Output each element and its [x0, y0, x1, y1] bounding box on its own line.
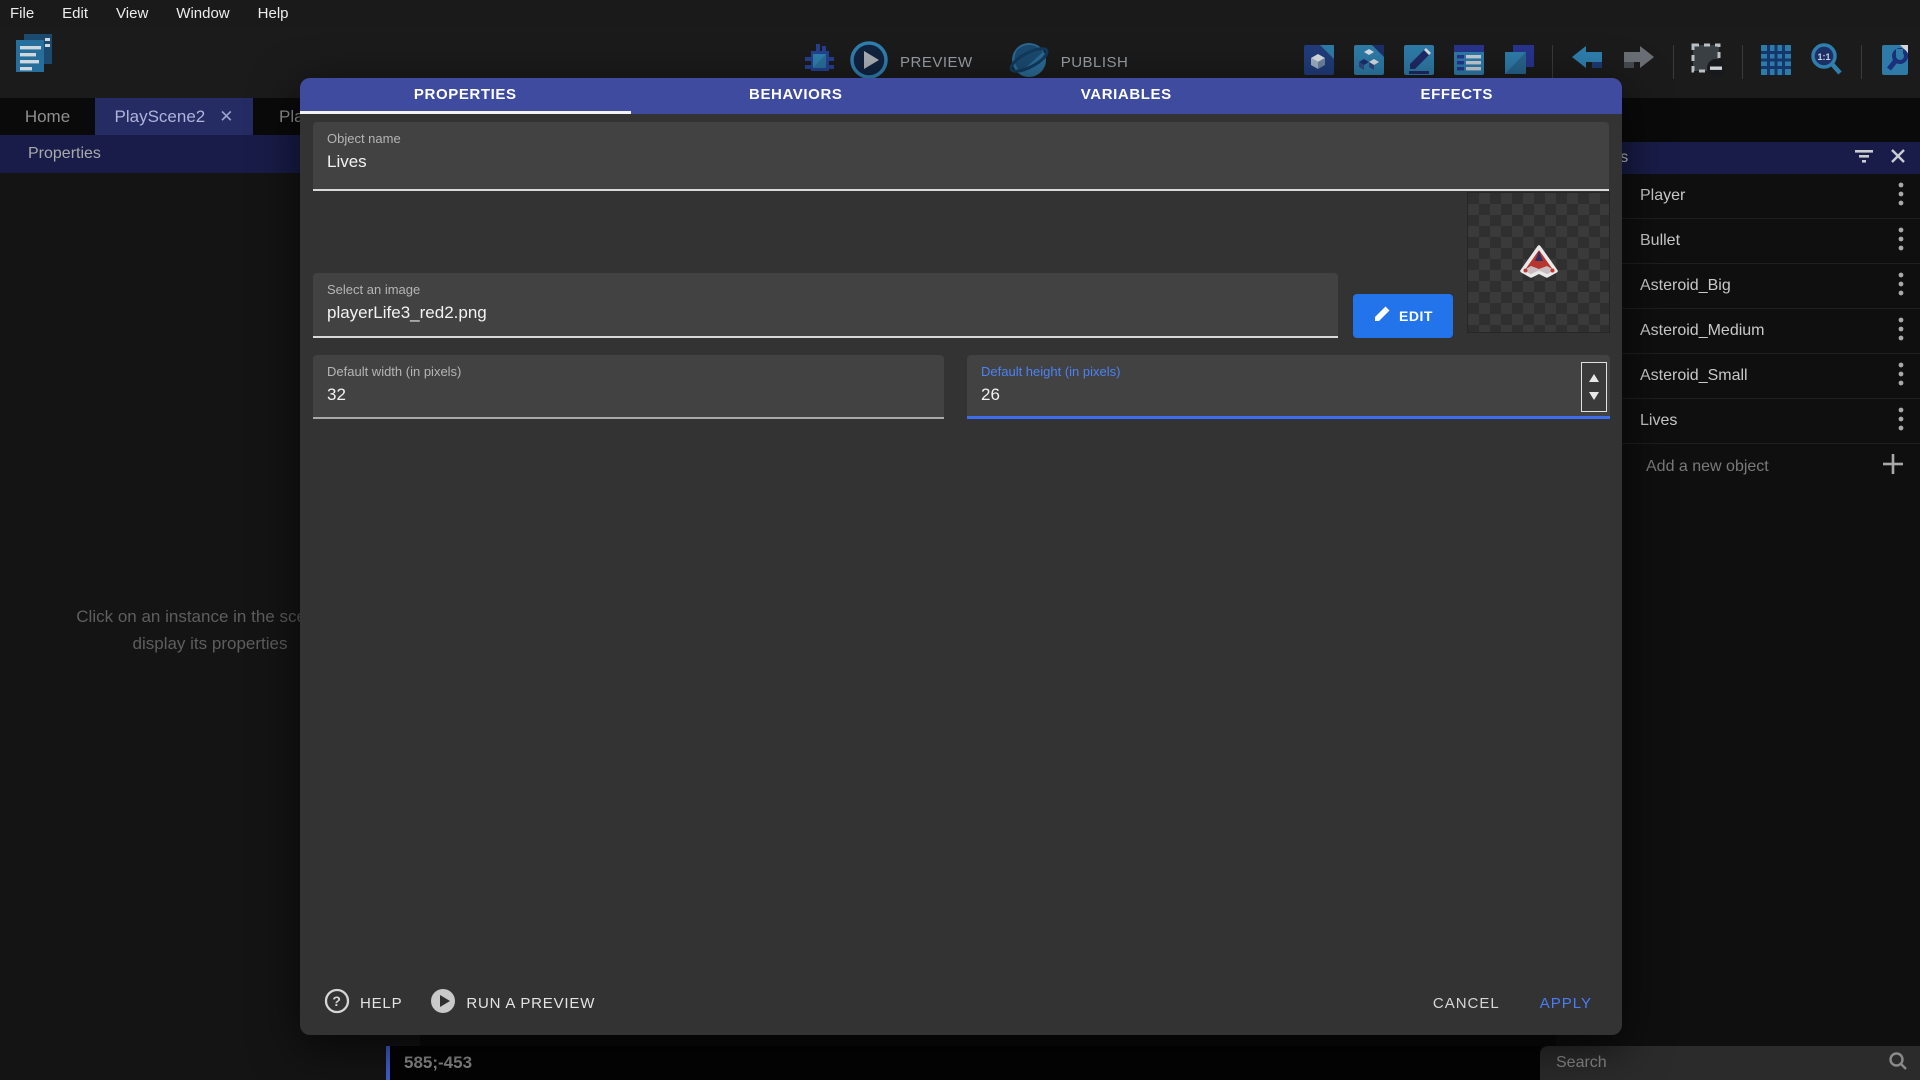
default-height-label: Default height (in pixels) [981, 364, 1596, 379]
zoom-original-icon[interactable]: 1:1 [1809, 42, 1845, 83]
select-image-input[interactable] [327, 303, 1324, 323]
dialog-tab-bar: PROPERTIES BEHAVIORS VARIABLES EFFECTS [300, 78, 1622, 114]
svg-text:1:1: 1:1 [1817, 52, 1830, 62]
apply-button[interactable]: APPLY [1540, 995, 1592, 1012]
redo-icon[interactable] [1621, 43, 1657, 82]
object-name-input[interactable] [327, 152, 1595, 172]
default-width-field[interactable]: Default width (in pixels) [313, 355, 944, 419]
filter-icon[interactable] [1854, 148, 1874, 169]
help-button[interactable]: ? HELP [324, 988, 402, 1018]
publish-button[interactable]: PUBLISH [1061, 54, 1129, 71]
kebab-menu-icon[interactable] [1898, 272, 1904, 301]
search-bar[interactable] [1540, 1046, 1920, 1080]
object-name-label: Object name [327, 131, 1595, 146]
default-width-input[interactable] [327, 385, 930, 405]
cancel-button[interactable]: CANCEL [1433, 995, 1500, 1012]
ship-sprite [1514, 243, 1564, 283]
project-manager-icon[interactable] [14, 32, 54, 81]
dialog-footer: ? HELP RUN A PREVIEW CANCEL APPLY [300, 987, 1622, 1019]
tab-behaviors[interactable]: BEHAVIORS [631, 78, 962, 114]
cursor-coordinates-bar: 585;-453 [386, 1046, 1540, 1080]
menu-view[interactable]: View [116, 5, 148, 22]
tab-effects[interactable]: EFFECTS [1292, 78, 1623, 114]
default-width-label: Default width (in pixels) [327, 364, 930, 379]
kebab-menu-icon[interactable] [1898, 407, 1904, 436]
default-height-input[interactable] [981, 385, 1596, 405]
menu-edit[interactable]: Edit [62, 5, 88, 22]
deselect-icon[interactable] [1690, 42, 1726, 83]
menu-window[interactable]: Window [176, 5, 229, 22]
tab-variables[interactable]: VARIABLES [961, 78, 1292, 114]
object-name-field[interactable]: Object name [313, 122, 1609, 191]
grid-icon[interactable] [1759, 43, 1793, 82]
tab-home[interactable]: Home [0, 98, 95, 135]
kebab-menu-icon[interactable] [1898, 182, 1904, 211]
tab-properties[interactable]: PROPERTIES [300, 78, 631, 114]
cursor-coordinates: 585;-453 [404, 1053, 472, 1073]
run-preview-button[interactable]: RUN A PREVIEW [430, 988, 595, 1018]
instances-list-icon[interactable] [1452, 43, 1486, 82]
edit-image-button[interactable]: EDIT [1353, 294, 1453, 338]
stepper-down-icon[interactable] [1589, 392, 1599, 400]
menu-file[interactable]: File [10, 5, 34, 22]
toolbar-separator [1742, 45, 1743, 79]
svg-text:?: ? [332, 993, 341, 1009]
menu-bar: File Edit View Window Help [0, 0, 1920, 26]
number-stepper[interactable] [1581, 362, 1607, 412]
toolbar-separator [1673, 45, 1674, 79]
new-object-icon[interactable] [1302, 43, 1336, 82]
preview-button[interactable]: PREVIEW [900, 54, 973, 71]
object-properties-dialog: PROPERTIES BEHAVIORS VARIABLES EFFECTS O… [300, 78, 1622, 1035]
project-settings-icon[interactable] [1878, 43, 1912, 82]
object-image-preview[interactable] [1467, 192, 1610, 333]
edit-pencil-icon [1373, 306, 1390, 326]
layers-icon[interactable] [1502, 43, 1536, 82]
kebab-menu-icon[interactable] [1898, 317, 1904, 346]
select-image-label: Select an image [327, 282, 1324, 297]
close-panel-icon[interactable] [1890, 148, 1906, 169]
gdevelop-app: File Edit View Window Help [0, 0, 1920, 1080]
close-tab-icon[interactable]: ✕ [219, 107, 233, 127]
kebab-menu-icon[interactable] [1898, 227, 1904, 256]
default-height-field[interactable]: Default height (in pixels) [967, 355, 1610, 419]
search-input[interactable] [1556, 1054, 1888, 1072]
menu-help[interactable]: Help [258, 5, 289, 22]
search-icon [1888, 1051, 1908, 1076]
toolbar-separator [1861, 45, 1862, 79]
select-image-field[interactable]: Select an image [313, 273, 1338, 338]
run-preview-play-icon [430, 988, 456, 1018]
plus-icon [1882, 453, 1904, 480]
properties-panel-title: Properties [28, 145, 101, 163]
tab-playscene2[interactable]: PlayScene2 ✕ [95, 98, 253, 135]
undo-icon[interactable] [1569, 43, 1605, 82]
edit-scene-icon[interactable] [1402, 43, 1436, 82]
objects-editor-icon[interactable] [1352, 43, 1386, 82]
kebab-menu-icon[interactable] [1898, 362, 1904, 391]
toolbar-separator [1552, 45, 1553, 79]
stepper-up-icon[interactable] [1589, 374, 1599, 382]
help-circle-icon: ? [324, 988, 350, 1018]
